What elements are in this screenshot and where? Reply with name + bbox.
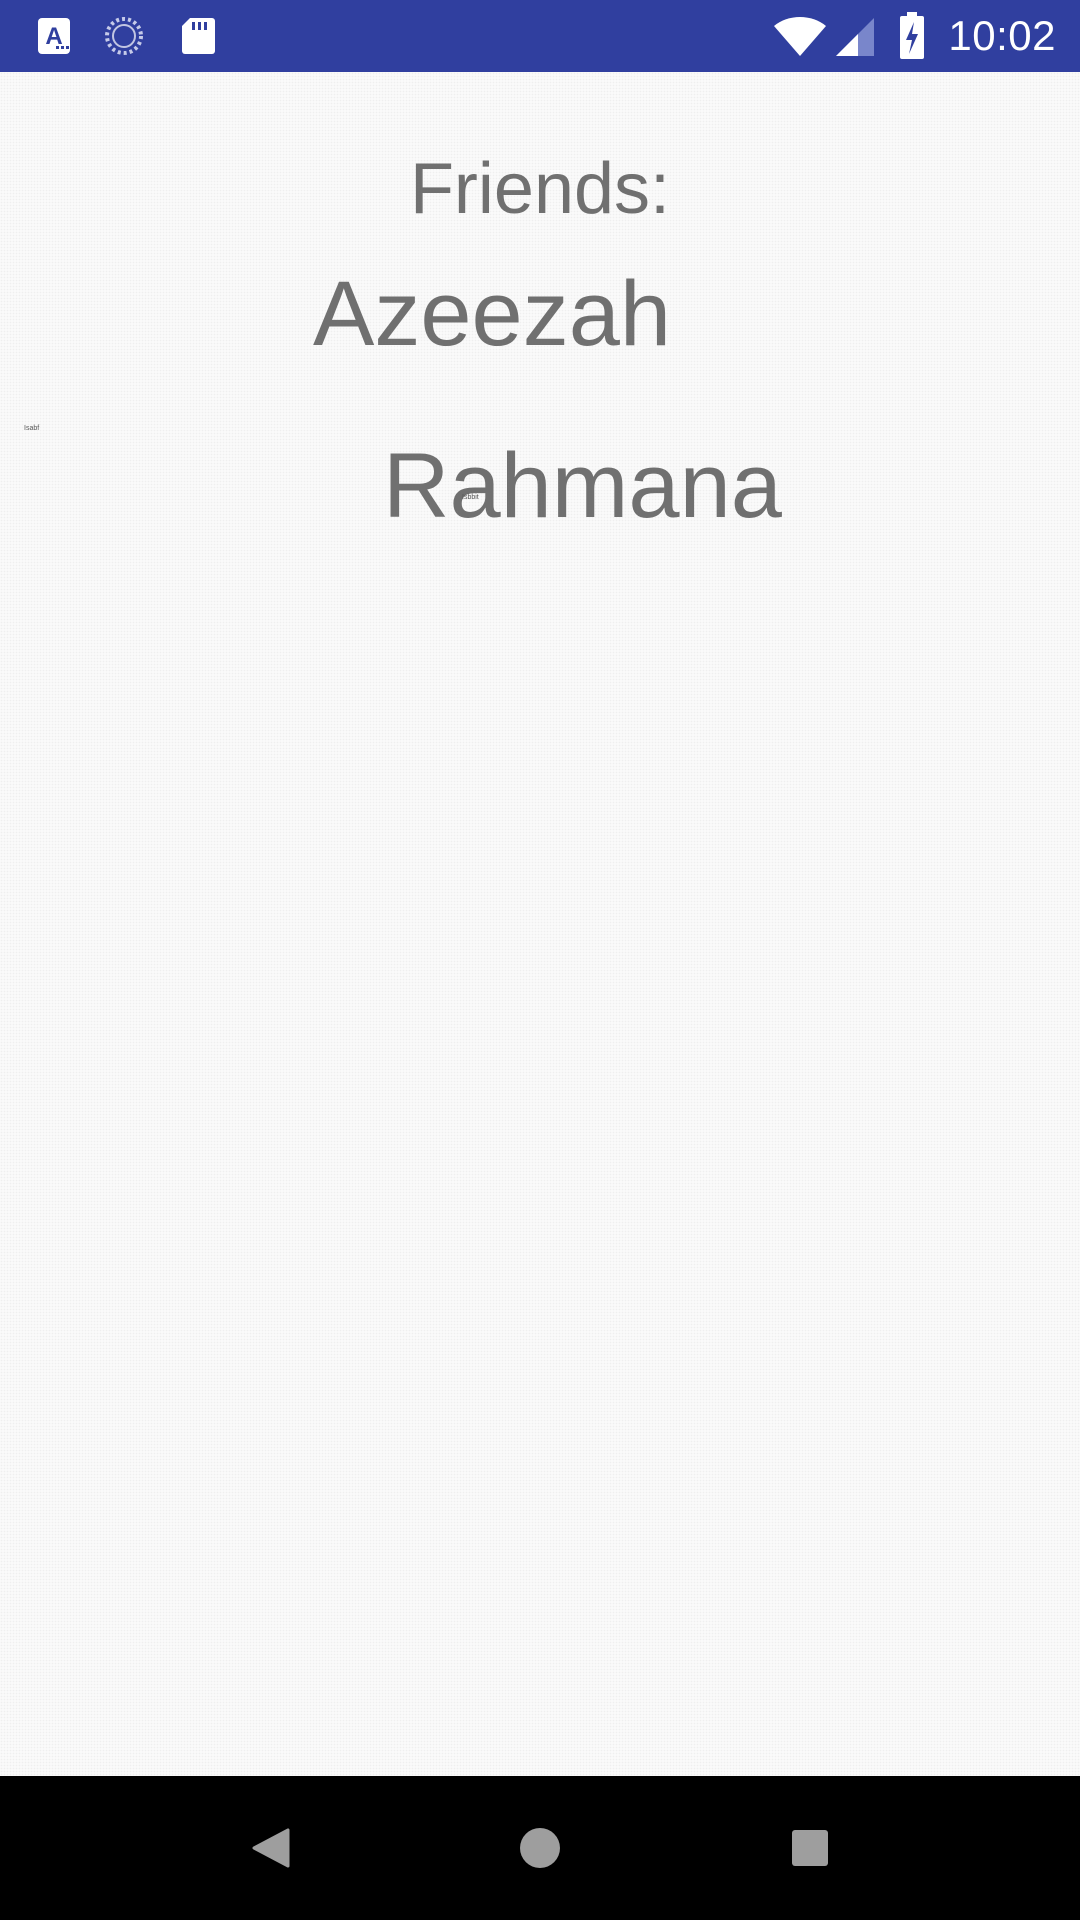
wifi-icon bbox=[772, 14, 828, 58]
recents-icon bbox=[792, 1830, 828, 1866]
tiny-label: Isbbit bbox=[462, 494, 479, 501]
friends-content: Friends: Azeezah Isabf Rahmana Isbbit bbox=[0, 72, 1080, 1776]
back-icon bbox=[252, 1828, 290, 1868]
app-screen: A 10:02 Friends: Azeezah Isabf Rahmana I… bbox=[0, 0, 1080, 1920]
home-icon bbox=[520, 1828, 560, 1868]
friends-title: Friends: bbox=[409, 149, 671, 229]
back-button[interactable] bbox=[230, 1808, 310, 1888]
loading-spinner-icon bbox=[104, 16, 144, 56]
home-button[interactable] bbox=[500, 1808, 580, 1888]
status-bar: A 10:02 bbox=[0, 0, 1080, 72]
svg-text:A: A bbox=[45, 23, 62, 50]
friend-name-rahmana[interactable]: Rahmana bbox=[383, 430, 782, 542]
sd-card-icon bbox=[178, 16, 218, 56]
recents-button[interactable] bbox=[770, 1808, 850, 1888]
tiny-label: Isabf bbox=[24, 425, 40, 432]
cell-signal-icon bbox=[834, 16, 876, 58]
battery-charging-icon bbox=[898, 12, 926, 60]
navigation-bar bbox=[0, 1776, 1080, 1920]
font-app-icon: A bbox=[36, 16, 76, 56]
friend-name-azeezah[interactable]: Azeezah bbox=[313, 258, 671, 370]
status-clock: 10:02 bbox=[948, 12, 1056, 59]
